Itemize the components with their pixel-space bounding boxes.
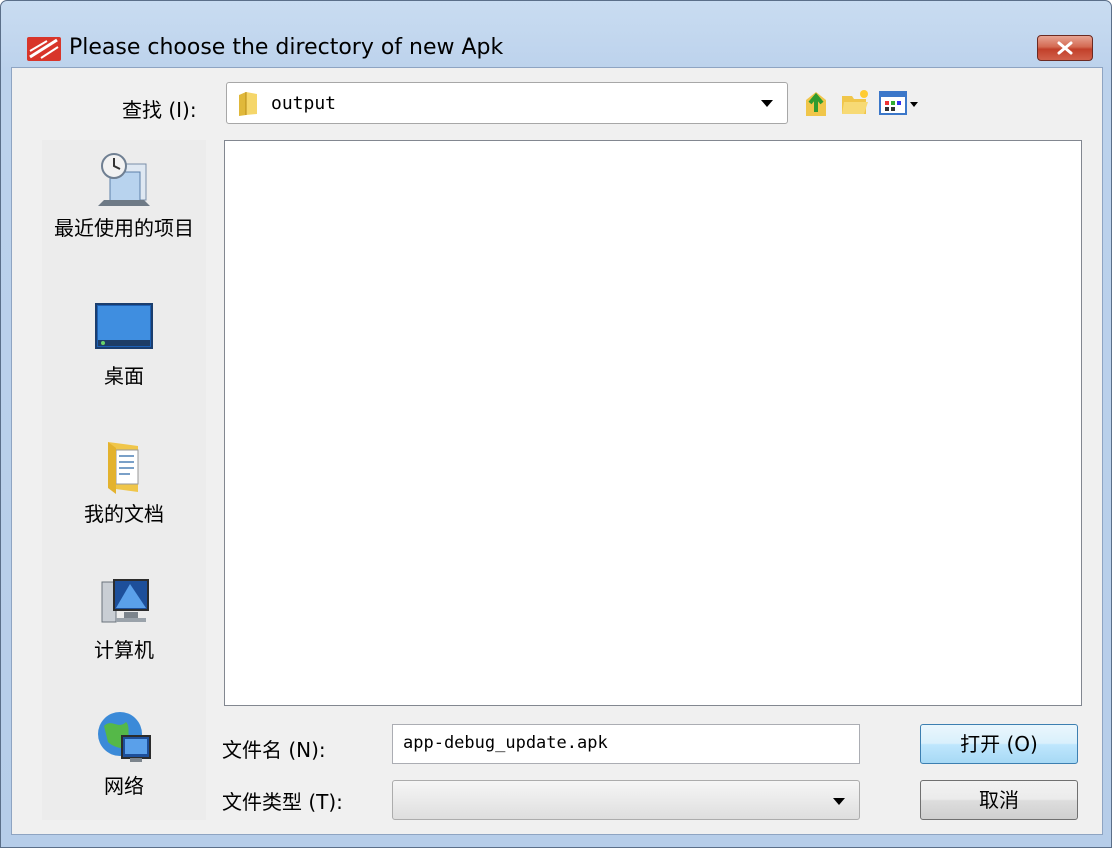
title-bar[interactable]: Please choose the directory of new Apk xyxy=(1,1,1111,65)
file-type-label: 文件类型 (T): xyxy=(222,790,343,814)
file-dialog-window: Please choose the directory of new Apk 查… xyxy=(0,0,1112,848)
place-recent-items[interactable]: 最近使用的项目 xyxy=(42,150,206,240)
place-desktop[interactable]: 桌面 xyxy=(42,298,206,388)
file-type-dropdown[interactable] xyxy=(392,780,860,820)
folder-icon xyxy=(237,91,259,117)
dialog-title: Please choose the directory of new Apk xyxy=(69,35,504,60)
open-button[interactable]: 打开 (O) xyxy=(920,724,1078,764)
close-icon xyxy=(1057,41,1073,55)
up-one-level-icon[interactable] xyxy=(802,88,830,118)
recent-items-icon xyxy=(94,150,154,210)
cancel-button[interactable]: 取消 xyxy=(920,780,1078,820)
app-logo-icon xyxy=(27,37,61,61)
documents-folder-icon xyxy=(94,436,154,496)
chevron-down-icon[interactable] xyxy=(833,798,845,805)
place-label: 桌面 xyxy=(104,364,144,388)
place-network[interactable]: 网络 xyxy=(42,708,206,798)
place-my-documents[interactable]: 我的文档 xyxy=(42,436,206,526)
desktop-icon xyxy=(94,298,154,358)
view-menu-icon[interactable] xyxy=(878,88,920,118)
look-in-label: 查找 (I): xyxy=(122,98,197,122)
place-label: 我的文档 xyxy=(84,502,164,526)
file-name-input[interactable]: app-debug_update.apk xyxy=(392,724,860,764)
place-label: 计算机 xyxy=(94,638,154,662)
chevron-down-icon[interactable] xyxy=(761,100,773,107)
computer-icon xyxy=(94,572,154,632)
look-in-dropdown[interactable]: output xyxy=(226,82,788,124)
file-name-label: 文件名 (N): xyxy=(222,738,326,762)
look-in-value: output xyxy=(271,93,337,114)
places-bar: 最近使用的项目 桌面 我的文档 计算机 网络 xyxy=(42,140,206,820)
network-icon xyxy=(94,708,154,768)
dialog-body: 查找 (I): output 最近使用的项目 桌面 我的文档 计算机 网络 文件… xyxy=(11,67,1103,835)
place-computer[interactable]: 计算机 xyxy=(42,572,206,662)
place-label: 最近使用的项目 xyxy=(54,216,194,240)
file-list-view[interactable] xyxy=(224,140,1082,706)
place-label: 网络 xyxy=(104,774,144,798)
new-folder-icon[interactable] xyxy=(840,88,870,118)
close-button[interactable] xyxy=(1037,35,1093,61)
